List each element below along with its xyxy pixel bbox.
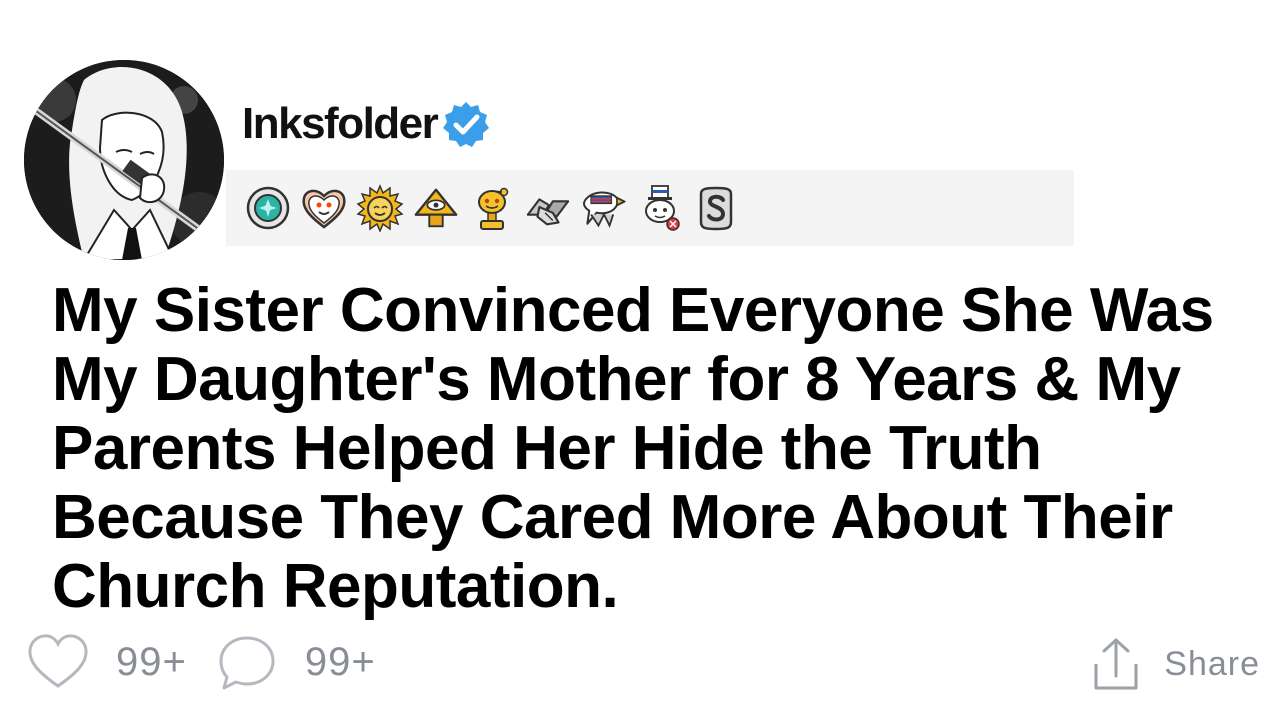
heart-snoo-award-icon[interactable] bbox=[300, 184, 348, 232]
gold-trophy-snoo-award-icon[interactable] bbox=[468, 184, 516, 232]
avatar-illustration bbox=[24, 60, 224, 260]
silver-s-award-icon[interactable] bbox=[692, 184, 740, 232]
avatar[interactable] bbox=[24, 60, 224, 260]
comment-icon[interactable] bbox=[215, 630, 279, 694]
author-row: Inksfolder bbox=[242, 96, 491, 152]
likes-count: 99+ bbox=[116, 639, 187, 684]
share-icon bbox=[1090, 636, 1142, 692]
share-button[interactable]: Share bbox=[1090, 634, 1260, 694]
verified-badge-icon bbox=[441, 99, 491, 149]
american-eagle-award-icon[interactable] bbox=[580, 184, 628, 232]
post-actions: 99+ 99+ bbox=[26, 630, 404, 694]
post-card: Inksfolder My Sister Convinced Everyone … bbox=[0, 0, 1280, 720]
heart-icon[interactable] bbox=[26, 630, 90, 694]
comments-count: 99+ bbox=[304, 639, 376, 684]
handshake-award-icon[interactable] bbox=[524, 184, 572, 232]
post-title: My Sister Convinced Everyone She Was My … bbox=[52, 276, 1214, 621]
share-label: Share bbox=[1164, 644, 1260, 683]
teal-gem-award-icon[interactable] bbox=[244, 184, 292, 232]
gold-pyramid-eye-award-icon[interactable] bbox=[412, 184, 460, 232]
username[interactable]: Inksfolder bbox=[242, 99, 439, 149]
gold-sun-award-icon[interactable] bbox=[356, 184, 404, 232]
awards-strip bbox=[226, 170, 1074, 246]
uncle-sam-snoo-award-icon[interactable] bbox=[636, 184, 684, 232]
